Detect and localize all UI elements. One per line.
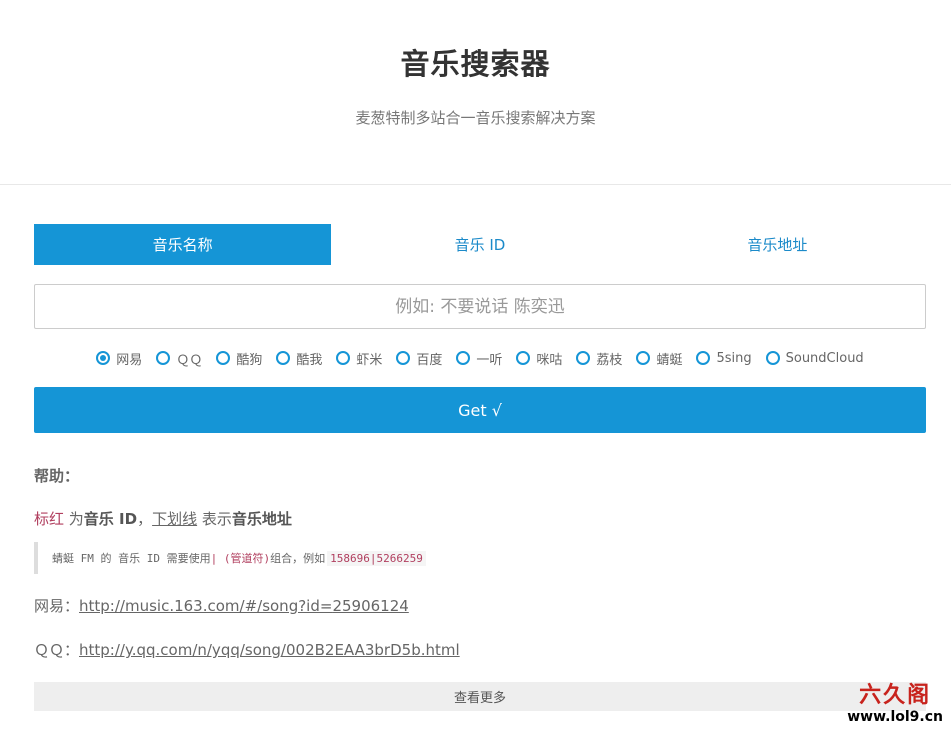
source-option-soundcloud[interactable]: SoundCloud: [765, 350, 864, 366]
source-label: 蜻蜓: [656, 352, 683, 368]
legend-text: 为: [64, 510, 84, 528]
source-option-netease[interactable]: 网易: [96, 349, 142, 368]
tab-music-id[interactable]: 音乐 ID: [331, 224, 628, 265]
source-label: 网易: [116, 352, 143, 368]
source-option-xiami[interactable]: 虾米: [336, 349, 382, 368]
example-qq: ＱＱ：http://y.qq.com/n/yqq/song/002B2EAA3b…: [34, 640, 926, 660]
radio-icon[interactable]: [456, 351, 471, 365]
radio-icon[interactable]: [276, 351, 291, 365]
source-label: 荔枝: [596, 352, 623, 368]
get-button[interactable]: Get √: [34, 387, 926, 433]
help-legend: 标红 为音乐 ID，下划线 表示音乐地址: [34, 510, 926, 528]
source-option-lizhi[interactable]: 荔枝: [576, 349, 622, 368]
note-code-example: 158696|5266259: [327, 550, 426, 566]
qingting-note: 蜻蜓 FM 的 音乐 ID 需要使用 | (管道符) 组合，例如 158696|5…: [34, 542, 926, 574]
source-label: 咪咕: [536, 352, 563, 368]
radio-icon[interactable]: [696, 351, 711, 365]
example-link-qq[interactable]: http://y.qq.com/n/yqq/song/002B2EAA3brD5…: [79, 641, 460, 659]
source-option-yiting[interactable]: 一听: [456, 349, 502, 368]
source-option-kugou[interactable]: 酷狗: [216, 349, 262, 368]
site-watermark: 六久阁 www.lol9.cn: [847, 683, 943, 725]
legend-bold-music-url: 音乐地址: [231, 510, 292, 528]
note-text: 蜻蜓 FM 的 音乐 ID 需要使用: [52, 552, 211, 565]
watermark-brand: 六久阁: [859, 683, 932, 708]
source-option-qingting[interactable]: 蜻蜓: [636, 349, 682, 368]
legend-bold-music-id: 音乐 ID: [83, 510, 138, 528]
radio-icon[interactable]: [396, 351, 411, 365]
tab-music-name[interactable]: 音乐名称: [34, 224, 332, 265]
example-url-prefix: http://music.163.com/#/song?id=: [79, 597, 333, 615]
radio-icon[interactable]: [636, 351, 651, 365]
example-label: ＱＱ：: [34, 641, 80, 659]
source-radio-group: 网易 ＱＱ 酷狗 酷我 虾米 百度 一听 咪咕 荔枝 蜻蜓 5sing Soun…: [34, 348, 926, 368]
source-label: 一听: [476, 352, 503, 368]
note-text: 组合，例如: [270, 552, 326, 565]
page-header: 音乐搜索器 麦葱特制多站合一音乐搜索解决方案: [0, 0, 951, 185]
example-url-id: 25906124: [332, 597, 409, 615]
source-option-qq[interactable]: ＱＱ: [156, 349, 202, 368]
legend-text: ，: [137, 510, 153, 528]
source-label: 酷狗: [236, 352, 263, 368]
radio-icon[interactable]: [765, 351, 780, 365]
example-url-prefix: http://y.qq.com/n/yqq/song/: [79, 641, 286, 659]
source-option-kuwo[interactable]: 酷我: [276, 349, 322, 368]
watermark-url: www.lol9.cn: [847, 709, 943, 725]
page-subtitle: 麦葱特制多站合一音乐搜索解决方案: [355, 109, 596, 127]
show-more-button[interactable]: 查看更多: [34, 682, 926, 711]
source-option-5sing[interactable]: 5sing: [696, 350, 752, 366]
legend-red-word: 标红: [34, 510, 65, 528]
example-url-suffix: .html: [420, 641, 460, 659]
source-label: 百度: [416, 352, 443, 368]
radio-icon[interactable]: [336, 351, 351, 365]
search-input[interactable]: [34, 284, 926, 329]
radio-icon[interactable]: [516, 351, 531, 365]
source-label: 酷我: [296, 352, 323, 368]
legend-text: 表示: [197, 510, 232, 528]
radio-icon[interactable]: [216, 351, 231, 365]
legend-underline-word: 下划线: [152, 510, 198, 528]
source-option-migu[interactable]: 咪咕: [516, 349, 562, 368]
example-netease: 网易：http://music.163.com/#/song?id=259061…: [34, 596, 926, 616]
tab-music-url[interactable]: 音乐地址: [629, 224, 926, 265]
main-content: 音乐名称 音乐 ID 音乐地址 网易 ＱＱ 酷狗 酷我 虾米 百度 一听 咪咕 …: [34, 224, 926, 711]
search-mode-tabs: 音乐名称 音乐 ID 音乐地址: [34, 224, 926, 265]
radio-icon[interactable]: [576, 351, 591, 365]
source-option-baidu[interactable]: 百度: [396, 349, 442, 368]
page-title: 音乐搜索器: [400, 47, 551, 81]
example-link-netease[interactable]: http://music.163.com/#/song?id=25906124: [79, 597, 409, 615]
help-title: 帮助：: [34, 467, 80, 485]
note-pipe: | (管道符): [210, 552, 271, 565]
source-label: 5sing: [716, 350, 752, 366]
source-label: 虾米: [356, 352, 383, 368]
source-label: SoundCloud: [785, 350, 864, 366]
example-url-id: 002B2EAA3brD5b: [285, 641, 421, 659]
radio-icon[interactable]: [156, 351, 171, 365]
source-label: ＱＱ: [176, 352, 203, 368]
example-label: 网易：: [34, 597, 80, 615]
radio-checked-icon[interactable]: [96, 351, 111, 365]
